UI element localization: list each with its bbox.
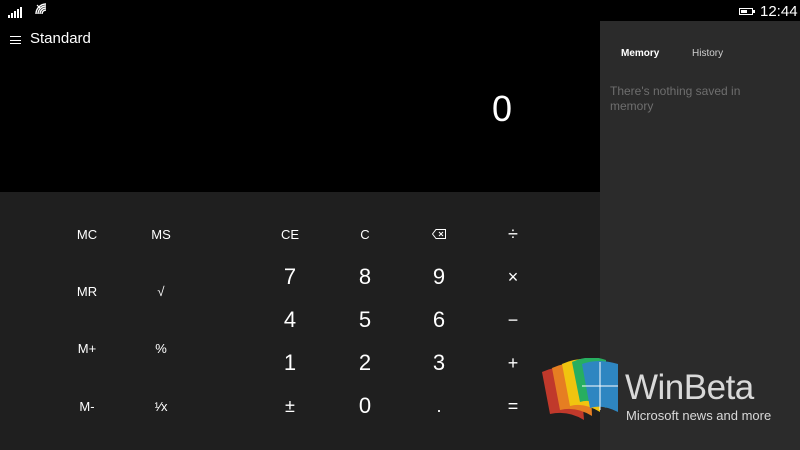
ms-button[interactable]: MS <box>131 216 191 252</box>
digit-2-button[interactable]: 2 <box>335 345 395 381</box>
digit-6-button[interactable]: 6 <box>409 302 469 338</box>
watermark-title: WinBeta <box>625 368 754 407</box>
wifi-icon <box>35 3 47 15</box>
mode-title: Standard <box>30 30 91 47</box>
watermark-subtitle: Microsoft news and more <box>626 408 772 423</box>
equals-button[interactable]: = <box>483 388 543 424</box>
memory-empty-message: There's nothing saved in memory <box>610 84 741 113</box>
digit-1-button[interactable]: 1 <box>260 345 320 381</box>
winbeta-logo-icon <box>542 358 618 420</box>
keypad: MC MS MR √ M+ % M- ¹⁄x CE C ÷ 7 8 9 × 4 … <box>0 192 600 450</box>
digit-9-button[interactable]: 9 <box>409 259 469 295</box>
clear-entry-button[interactable]: CE <box>260 216 320 252</box>
divide-button[interactable]: ÷ <box>483 216 543 252</box>
tab-history[interactable]: History <box>692 48 723 59</box>
subtract-button[interactable]: − <box>483 302 543 338</box>
digit-0-button[interactable]: 0 <box>335 388 395 424</box>
status-bar: 12:44 <box>0 0 800 22</box>
result-display: 0 <box>491 88 512 129</box>
multiply-button[interactable]: × <box>483 259 543 295</box>
digit-4-button[interactable]: 4 <box>260 302 320 338</box>
mr-button[interactable]: MR <box>57 273 117 309</box>
percent-button[interactable]: % <box>131 330 191 366</box>
digit-7-button[interactable]: 7 <box>260 259 320 295</box>
m-minus-button[interactable]: M- <box>57 388 117 424</box>
mc-button[interactable]: MC <box>57 216 117 252</box>
hamburger-icon[interactable] <box>10 36 21 44</box>
digit-8-button[interactable]: 8 <box>335 259 395 295</box>
battery-icon <box>739 8 755 15</box>
clock: 12:44 <box>760 3 798 20</box>
decimal-button[interactable]: . <box>409 388 469 424</box>
backspace-icon <box>432 229 446 239</box>
clear-button[interactable]: C <box>335 216 395 252</box>
signal-icon <box>8 6 22 18</box>
tab-memory[interactable]: Memory <box>621 48 659 59</box>
reciprocal-button[interactable]: ¹⁄x <box>131 388 191 424</box>
digit-5-button[interactable]: 5 <box>335 302 395 338</box>
backspace-button[interactable] <box>409 216 469 252</box>
add-button[interactable]: + <box>483 345 543 381</box>
negate-button[interactable]: ± <box>260 388 320 424</box>
m-plus-button[interactable]: M+ <box>57 330 117 366</box>
square-root-button[interactable]: √ <box>131 273 191 309</box>
battery-level-fill <box>741 10 747 13</box>
digit-3-button[interactable]: 3 <box>409 345 469 381</box>
